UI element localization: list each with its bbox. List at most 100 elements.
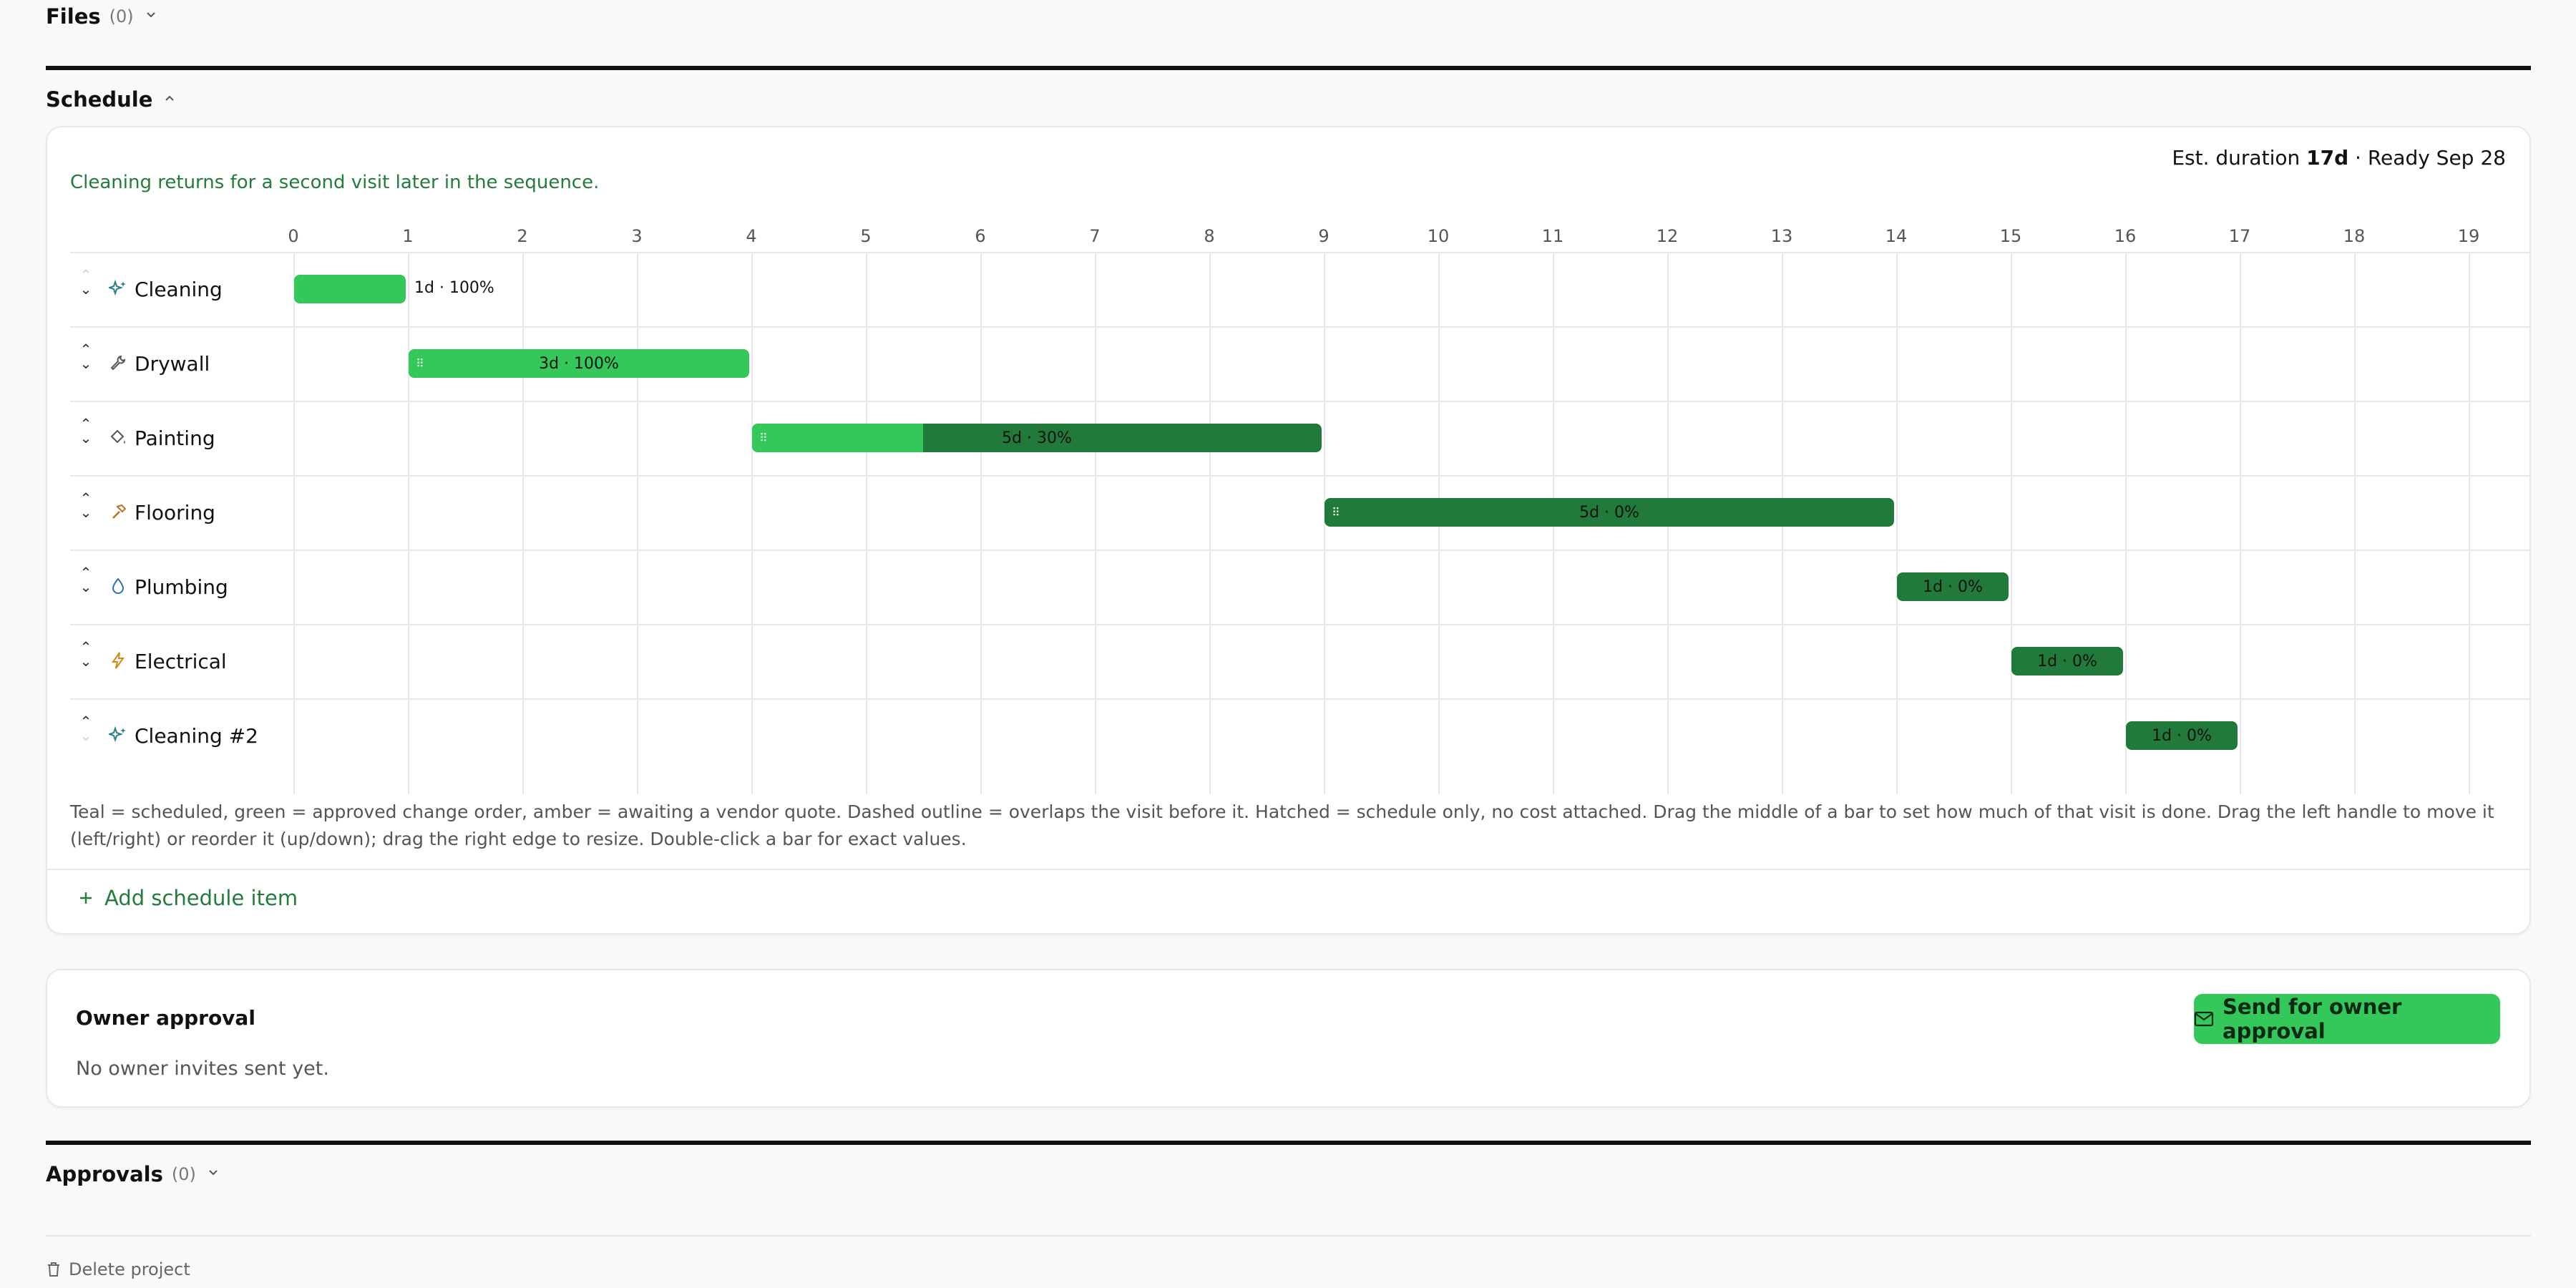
row-divider xyxy=(70,624,2529,625)
hammer-icon xyxy=(109,502,129,522)
axis-tick-label: 16 xyxy=(2114,226,2137,246)
approvals-title: Approvals xyxy=(46,1162,163,1186)
move-up-button[interactable]: ⌃ xyxy=(77,416,94,431)
add-schedule-item-label: Add schedule item xyxy=(104,886,298,910)
owner-approval-card xyxy=(46,969,2531,1108)
move-up-button[interactable]: ⌃ xyxy=(77,342,94,356)
move-down-button[interactable]: ⌄ xyxy=(77,654,94,668)
schedule-row-label: Painting xyxy=(109,425,215,451)
grid-line xyxy=(2240,252,2241,794)
axis-tick-label: 7 xyxy=(1089,226,1101,246)
axis-tick-label: 18 xyxy=(2343,226,2366,246)
bar-label: 1d · 0% xyxy=(1923,577,1983,596)
grid-line xyxy=(408,252,409,794)
grid-line xyxy=(2011,252,2012,794)
move-down-button[interactable]: ⌄ xyxy=(77,580,94,594)
axis-tick-label: 14 xyxy=(1885,226,1908,246)
axis-tick-label: 17 xyxy=(2228,226,2251,246)
move-up-button[interactable]: ⌃ xyxy=(77,268,94,282)
owner-approval-title: Owner approval xyxy=(76,1006,255,1030)
schedule-bar[interactable]: 1d · 0% xyxy=(2126,721,2238,750)
approvals-header[interactable]: Approvals (0) xyxy=(46,1162,220,1186)
axis-tick-label: 9 xyxy=(1318,226,1330,246)
schedule-row-label: Flooring xyxy=(109,499,215,525)
move-down-button[interactable]: ⌄ xyxy=(77,505,94,519)
grid-line xyxy=(2125,252,2127,794)
schedule-row-label: Plumbing xyxy=(109,574,228,600)
schedule-row-name: Cleaning #2 xyxy=(135,723,258,748)
delete-project-button[interactable]: Delete project xyxy=(46,1259,190,1279)
grid-line xyxy=(522,252,524,794)
owner-approval-status: No owner invites sent yet. xyxy=(76,1058,329,1080)
paint-bucket-icon xyxy=(109,428,129,448)
schedule-bar[interactable]: ⠿ 3d · 100% xyxy=(409,349,749,378)
bar-label: 1d · 0% xyxy=(2037,652,2097,670)
move-down-button[interactable]: ⌄ xyxy=(77,431,94,445)
row-divider xyxy=(70,252,2529,253)
progress-fill xyxy=(294,275,406,303)
move-up-button[interactable]: ⌃ xyxy=(77,565,94,580)
move-down-button[interactable]: ⌄ xyxy=(77,728,94,743)
bar-label: 1d · 100% xyxy=(414,279,494,297)
schedule-bar[interactable]: ⠿ 5d · 30% xyxy=(752,424,1322,452)
axis-tick-label: 0 xyxy=(288,226,299,246)
axis-tick-label: 4 xyxy=(746,226,757,246)
bar-label: 3d · 100% xyxy=(539,354,619,373)
reorder-controls: ⌃ ⌄ xyxy=(77,565,94,594)
axis-tick-label: 5 xyxy=(860,226,872,246)
grid-line xyxy=(1896,252,1898,794)
reorder-controls: ⌃ ⌄ xyxy=(77,416,94,445)
card-divider xyxy=(47,869,2529,870)
section-divider xyxy=(46,1141,2531,1145)
move-up-button[interactable]: ⌃ xyxy=(77,491,94,505)
schedule-row-name: Plumbing xyxy=(135,575,228,599)
grid-line xyxy=(1209,252,1211,794)
mail-icon xyxy=(2194,1011,2214,1027)
grid-line xyxy=(2354,252,2356,794)
bar-label: 1d · 0% xyxy=(2152,726,2212,745)
sparkles-icon xyxy=(109,726,129,746)
axis-tick-label: 10 xyxy=(1427,226,1450,246)
schedule-row-name: Flooring xyxy=(135,500,215,525)
axis-tick-label: 12 xyxy=(1656,226,1679,246)
reorder-controls: ⌃ ⌄ xyxy=(77,640,94,668)
bar-label: 5d · 0% xyxy=(1579,503,1639,522)
grid-line xyxy=(751,252,753,794)
reorder-controls: ⌃ ⌄ xyxy=(77,714,94,743)
row-divider xyxy=(70,326,2529,328)
schedule-row-label: Drywall xyxy=(109,351,210,376)
trash-icon xyxy=(46,1261,62,1278)
axis-tick-label: 15 xyxy=(1999,226,2022,246)
move-down-button[interactable]: ⌄ xyxy=(77,282,94,296)
bolt-icon xyxy=(109,651,129,671)
row-divider xyxy=(70,698,2529,700)
droplet-icon xyxy=(109,577,129,597)
schedule-bar[interactable] xyxy=(294,275,406,303)
schedule-legend: Teal = scheduled, green = approved chang… xyxy=(70,801,2494,849)
schedule-bar[interactable]: ⠿ 5d · 0% xyxy=(1324,498,1894,527)
row-divider xyxy=(70,550,2529,551)
grid-line xyxy=(866,252,867,794)
page: Files (0) Schedule Cleaning returns for … xyxy=(0,0,2576,1288)
chevron-down-icon xyxy=(206,1166,220,1183)
wrench-icon xyxy=(109,353,129,374)
approvals-count: (0) xyxy=(171,1164,196,1184)
row-divider xyxy=(70,401,2529,402)
grid-line xyxy=(293,252,295,794)
move-down-button[interactable]: ⌄ xyxy=(77,356,94,371)
grid-line xyxy=(980,252,982,794)
move-up-button[interactable]: ⌃ xyxy=(77,640,94,654)
axis-tick-label: 6 xyxy=(975,226,986,246)
schedule-row-label: Cleaning xyxy=(109,276,223,302)
axis-tick-label: 11 xyxy=(1541,226,1564,246)
grid-line xyxy=(2469,252,2470,794)
grid-line xyxy=(1095,252,1096,794)
axis-tick-label: 13 xyxy=(1770,226,1793,246)
schedule-bar[interactable]: 1d · 0% xyxy=(1897,572,2009,601)
bar-label: 5d · 30% xyxy=(1002,429,1072,447)
send-owner-approval-button[interactable]: Send for owner approval xyxy=(2194,994,2500,1044)
schedule-bar[interactable]: 1d · 0% xyxy=(2011,647,2123,675)
add-schedule-item-button[interactable]: Add schedule item xyxy=(77,886,298,910)
move-up-button[interactable]: ⌃ xyxy=(77,714,94,728)
footer-divider xyxy=(46,1235,2531,1236)
